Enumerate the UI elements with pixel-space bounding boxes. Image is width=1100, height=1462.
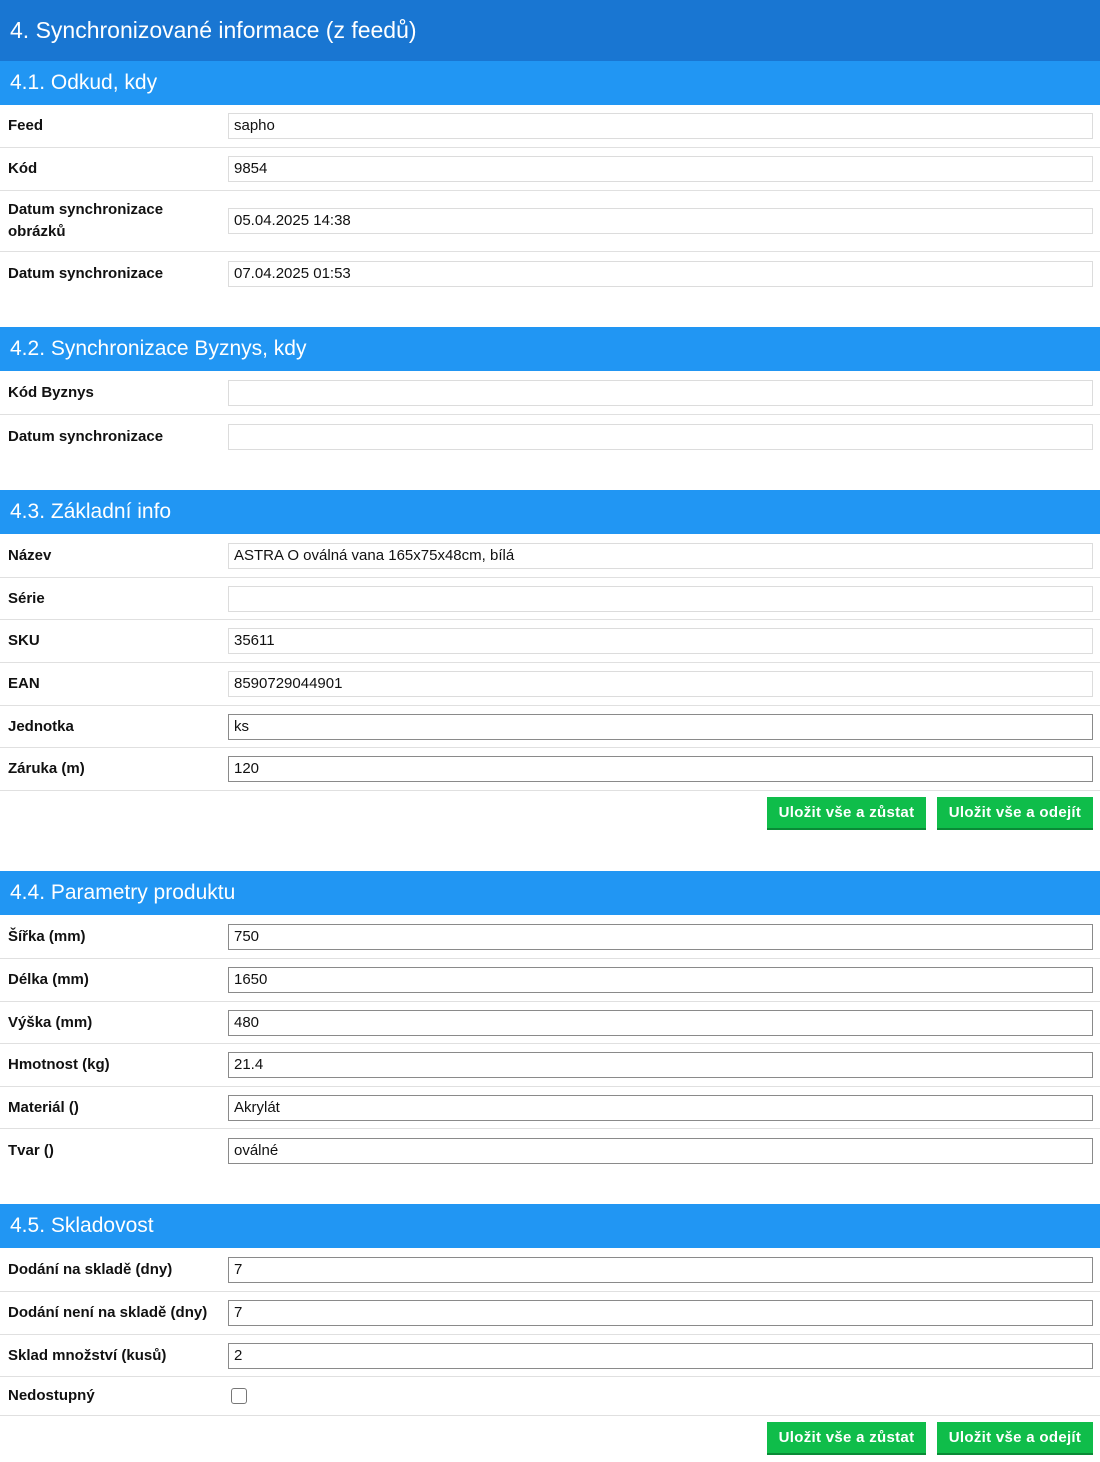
delivery-in-stock-label: Dodání na skladě (dny): [8, 1260, 173, 1278]
unit-label: Jednotka: [8, 717, 74, 735]
code-field[interactable]: 9854: [228, 156, 1093, 182]
warranty-input[interactable]: 120: [228, 756, 1093, 782]
byznys-sync-date-field[interactable]: [228, 423, 1093, 450]
sync-date-field[interactable]: 07.04.2025 01:53: [228, 260, 1093, 287]
length-input[interactable]: 1650: [228, 967, 1093, 993]
stock-quantity-label: Sklad množství (kusů): [8, 1346, 167, 1364]
form-row-weight: Hmotnost (kg) 21.4: [0, 1044, 1100, 1087]
section-header-source: 4.1. Odkud, kdy: [0, 61, 1100, 105]
height-input[interactable]: 480: [228, 1009, 1093, 1036]
feed-label: Feed: [8, 117, 44, 134]
save-and-stay-button-bottom[interactable]: Uložit vše a zůstat: [767, 1422, 926, 1455]
stock-quantity-input[interactable]: 2: [228, 1342, 1093, 1369]
delivery-out-of-stock-input[interactable]: 7: [228, 1300, 1093, 1326]
series-label: Série: [8, 589, 45, 607]
delivery-out-of-stock-label: Dodání není na skladě (dny): [8, 1304, 208, 1321]
width-label: Šířka (mm): [8, 927, 86, 945]
form-row-shape: Tvar () oválné: [0, 1129, 1100, 1172]
form-row-unit: Jednotka ks: [0, 706, 1100, 748]
unit-input[interactable]: ks: [228, 713, 1093, 740]
series-field[interactable]: [228, 585, 1093, 612]
form-row-delivery-out-of-stock: Dodání není na skladě (dny) 7: [0, 1292, 1100, 1335]
ean-label: EAN: [8, 675, 40, 692]
save-and-leave-button[interactable]: Uložit vše a odejít: [937, 797, 1093, 830]
form-row-sku: SKU 35611: [0, 620, 1100, 663]
save-and-stay-button[interactable]: Uložit vše a zůstat: [767, 797, 926, 830]
form-row-stock-quantity: Sklad množství (kusů) 2: [0, 1335, 1100, 1377]
section-header-product-params: 4.4. Parametry produktu: [0, 871, 1100, 915]
form-row-unavailable: Nedostupný: [0, 1377, 1100, 1416]
form-row-ean: EAN 8590729044901: [0, 663, 1100, 706]
section-header-byznys-sync: 4.2. Synchronizace Byznys, kdy: [0, 327, 1100, 371]
image-sync-date-label: Datum synchronizace obrázků: [8, 201, 164, 240]
unavailable-label: Nedostupný: [8, 1387, 95, 1404]
form-row-sync-date: Datum synchronizace 07.04.2025 01:53: [0, 252, 1100, 295]
byznys-code-field[interactable]: [228, 379, 1093, 406]
name-field[interactable]: ASTRA O oválná vana 165x75x48cm, bílá: [228, 542, 1093, 569]
section-header-stock: 4.5. Skladovost: [0, 1204, 1100, 1248]
section-header-basic-info: 4.3. Základní info: [0, 490, 1100, 534]
form-row-series: Série: [0, 578, 1100, 620]
form-row-name: Název ASTRA O oválná vana 165x75x48cm, b…: [0, 534, 1100, 578]
shape-label: Tvar (): [8, 1141, 54, 1159]
form-row-material: Materiál () Akrylát: [0, 1087, 1100, 1129]
byznys-code-label: Kód Byznys: [8, 383, 94, 401]
material-input[interactable]: Akrylát: [228, 1094, 1093, 1121]
form-row-delivery-in-stock: Dodání na skladě (dny) 7: [0, 1248, 1100, 1292]
name-label: Název: [8, 546, 52, 564]
byznys-sync-date-label: Datum synchronizace: [8, 427, 164, 445]
form-row-image-sync-date: Datum synchronizace obrázků 05.04.2025 1…: [0, 191, 1100, 252]
feed-field[interactable]: sapho: [228, 113, 1093, 139]
form-row-byznys-code: Kód Byznys: [0, 371, 1100, 415]
code-label: Kód: [8, 160, 38, 177]
image-sync-date-field[interactable]: 05.04.2025 14:38: [228, 208, 1093, 234]
height-label: Výška (mm): [8, 1013, 93, 1031]
weight-label: Hmotnost (kg): [8, 1056, 110, 1073]
form-row-code: Kód 9854: [0, 148, 1100, 191]
ean-field[interactable]: 8590729044901: [228, 671, 1093, 697]
sku-field[interactable]: 35611: [228, 628, 1093, 654]
warranty-label: Záruka (m): [8, 760, 85, 777]
form-row-length: Délka (mm) 1650: [0, 959, 1100, 1002]
material-label: Materiál (): [8, 1098, 79, 1116]
sync-date-label: Datum synchronizace: [8, 264, 164, 282]
page-title: 4. Synchronizované informace (z feedů): [0, 0, 1100, 61]
form-row-height: Výška (mm) 480: [0, 1002, 1100, 1044]
weight-input[interactable]: 21.4: [228, 1052, 1093, 1078]
form-row-width: Šířka (mm) 750: [0, 915, 1100, 959]
width-input[interactable]: 750: [228, 923, 1093, 950]
form-row-feed: Feed sapho: [0, 105, 1100, 148]
form-row-warranty: Záruka (m) 120: [0, 748, 1100, 791]
unavailable-checkbox[interactable]: [231, 1388, 247, 1404]
shape-input[interactable]: oválné: [228, 1137, 1093, 1164]
length-label: Délka (mm): [8, 971, 89, 988]
form-row-byznys-sync-date: Datum synchronizace: [0, 415, 1100, 458]
save-and-leave-button-bottom[interactable]: Uložit vše a odejít: [937, 1422, 1093, 1455]
sku-label: SKU: [8, 632, 40, 649]
delivery-in-stock-input[interactable]: 7: [228, 1256, 1093, 1283]
